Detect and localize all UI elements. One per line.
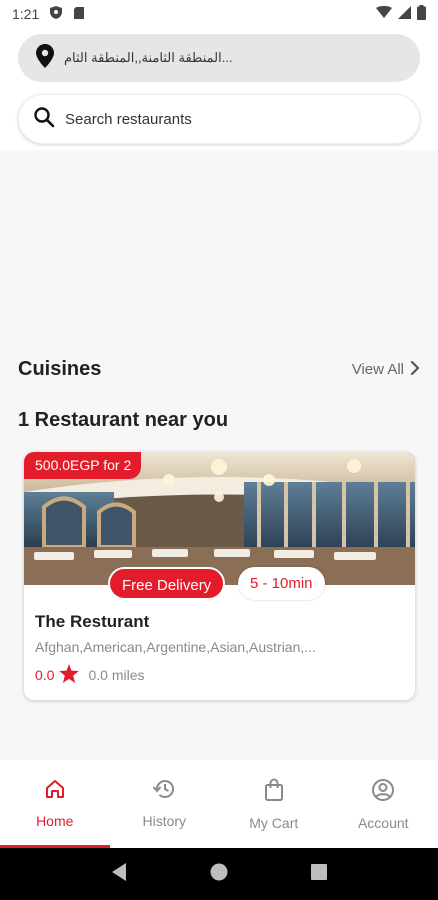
history-icon [152, 778, 176, 803]
nav-account-label: Account [357, 815, 409, 831]
status-bar: 1:21 [0, 0, 438, 28]
search-icon [33, 106, 55, 133]
wifi-icon [376, 5, 392, 22]
home-circle-icon[interactable] [209, 862, 229, 887]
restaurants-count-title: 1 Restaurant near you [18, 409, 229, 431]
nav-my-cart[interactable]: My Cart [219, 760, 329, 848]
location-text: المنطقة الثامنة,,المنطقة الثام... [64, 50, 233, 65]
chevron-right-icon [410, 360, 420, 379]
account-icon [371, 778, 395, 805]
cuisines-header: Cuisines View All [18, 358, 420, 381]
signal-icon [398, 6, 411, 22]
star-icon [59, 664, 80, 686]
location-pin-icon [36, 43, 54, 73]
search-bar[interactable] [18, 94, 420, 144]
bottom-navigation: Home History My Cart Account [0, 760, 438, 848]
back-icon[interactable] [110, 862, 128, 887]
distance-value: 0.0 miles [88, 667, 145, 683]
view-all-label: View All [351, 361, 404, 378]
view-all-button[interactable]: View All [351, 360, 420, 379]
nav-account[interactable]: Account [329, 760, 438, 848]
nav-history-label: History [142, 813, 187, 829]
nav-home-label: Home [36, 813, 74, 829]
delivery-time-badge: 5 - 10min [238, 567, 325, 600]
nav-home[interactable]: Home [0, 760, 110, 848]
search-input[interactable] [65, 110, 405, 128]
price-for-two-badge: 500.0EGP for 2 [24, 452, 142, 479]
shopping-bag-icon [263, 778, 285, 805]
sd-card-icon [73, 6, 85, 23]
restaurants-header: 1 Restaurant near you [18, 409, 420, 432]
free-delivery-badge: Free Delivery [108, 567, 226, 600]
home-icon [44, 778, 66, 803]
restaurant-cuisines: Afghan,American,Argentine,Asian,Austrian… [35, 639, 316, 655]
status-time: 1:21 [12, 6, 40, 22]
rating-value: 0.0 [35, 667, 55, 683]
battery-icon [417, 5, 426, 23]
nav-history[interactable]: History [110, 760, 220, 848]
restaurant-card[interactable]: 500.0EGP for 2 Free Delivery 5 - 10min T… [24, 452, 415, 700]
shield-icon [49, 5, 63, 23]
nav-my-cart-label: My Cart [249, 815, 299, 831]
location-selector[interactable]: المنطقة الثامنة,,المنطقة الثام... [18, 34, 420, 82]
cuisines-title: Cuisines [18, 358, 102, 380]
header: المنطقة الثامنة,,المنطقة الثام... [0, 28, 438, 150]
system-navigation-bar [0, 848, 438, 900]
restaurant-name: The Resturant [35, 612, 150, 631]
recents-icon[interactable] [310, 863, 328, 886]
rating-row: 0.0 0.0 miles [35, 664, 145, 686]
